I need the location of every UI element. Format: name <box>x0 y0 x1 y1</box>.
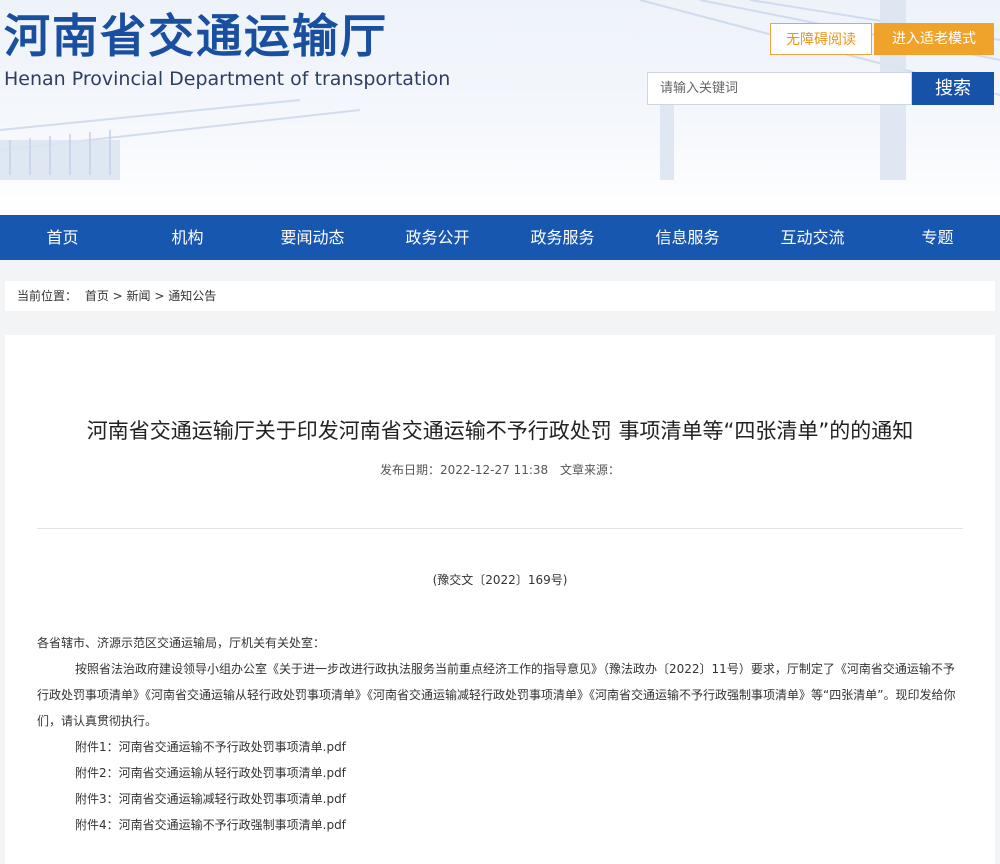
nav-item-news[interactable]: 要闻动态 <box>250 215 375 260</box>
nav-item-interaction[interactable]: 互动交流 <box>750 215 875 260</box>
breadcrumb-prefix: 当前位置： <box>17 289 78 303</box>
nav-item-home[interactable]: 首页 <box>0 215 125 260</box>
elder-mode-button[interactable]: 进入适老模式 <box>874 23 994 55</box>
accessible-reading-button[interactable]: 无障碍阅读 <box>770 23 872 55</box>
body-paragraph: 按照省法治政府建设领导小组办公室《关于进一步改进行政执法服务当前重点经济工作的指… <box>37 662 956 728</box>
attachment-link-3[interactable]: 附件3：河南省交通运输减轻行政处罚事项清单.pdf <box>37 786 965 812</box>
nav-item-government-affairs[interactable]: 政务公开 <box>375 215 500 260</box>
attachment-link-4[interactable]: 附件4：河南省交通运输不予行政强制事项清单.pdf <box>37 812 965 838</box>
article-content: 河南省交通运输厅关于印发河南省交通运输不予行政处罚 事项清单等“四张清单”的的通… <box>5 335 995 864</box>
nav-item-topics[interactable]: 专题 <box>875 215 1000 260</box>
publish-date: 发布日期：2022-12-27 11:38 <box>380 463 549 477</box>
article-body: 各省辖市、济源示范区交通运输局，厅机关有关处室： 按照省法治政府建设领导小组办公… <box>37 630 965 838</box>
breadcrumb-path[interactable]: 首页 > 新闻 > 通知公告 <box>85 289 216 303</box>
site-title: 河南省交通运输厅 <box>4 9 388 63</box>
nav-item-information-services[interactable]: 信息服务 <box>625 215 750 260</box>
article-title: 河南省交通运输厅关于印发河南省交通运输不予行政处罚 事项清单等“四张清单”的的通… <box>86 419 914 443</box>
attachment-link-2[interactable]: 附件2：河南省交通运输从轻行政处罚事项清单.pdf <box>37 760 965 786</box>
search-button[interactable]: 搜索 <box>912 72 994 105</box>
divider <box>37 528 963 529</box>
nav-item-government-services[interactable]: 政务服务 <box>500 215 625 260</box>
document-number: (豫交文〔2022〕169号) <box>432 573 568 587</box>
nav-item-organization[interactable]: 机构 <box>125 215 250 260</box>
article-source: 文章来源： <box>559 463 620 477</box>
main-nav: 首页 机构 要闻动态 政务公开 政务服务 信息服务 互动交流 专题 <box>0 215 1000 260</box>
site-header: 河南省交通运输厅 Henan Provincial Department of … <box>0 0 1000 215</box>
breadcrumb: 当前位置： 首页 > 新闻 > 通知公告 <box>5 281 995 311</box>
article-meta: 发布日期：2022-12-27 11:38 文章来源： <box>5 461 995 478</box>
search-input[interactable] <box>647 72 912 105</box>
attachment-link-1[interactable]: 附件1：河南省交通运输不予行政处罚事项清单.pdf <box>37 734 965 760</box>
site-subtitle: Henan Provincial Department of transport… <box>4 68 451 90</box>
salutation: 各省辖市、济源示范区交通运输局，厅机关有关处室： <box>37 636 326 650</box>
